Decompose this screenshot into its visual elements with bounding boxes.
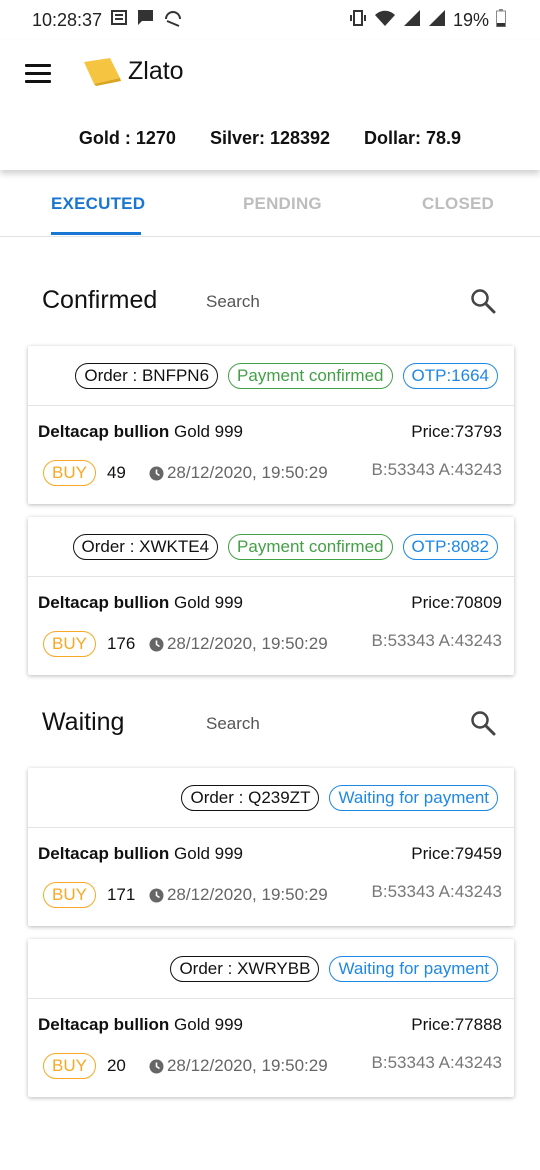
datetime: 28/12/2020, 19:50:29: [149, 1056, 372, 1076]
tab-pending[interactable]: PENDING: [243, 194, 322, 214]
section-title: Waiting: [42, 708, 125, 736]
quantity: 171: [106, 885, 136, 904]
clock-icon: [149, 637, 164, 651]
bid-ask: B:53343 A:43243: [371, 1053, 502, 1072]
tab-bar: EXECUTED PENDING CLOSED: [0, 172, 540, 237]
signal-icon: [403, 9, 421, 32]
order-card[interactable]: Order : Q239ZT Waiting for payment Delta…: [28, 768, 514, 926]
otp-chip: OTP:8082: [402, 533, 498, 560]
rates-bar: Gold : 1270 Silver: 128392 Dollar: 78.9: [0, 128, 540, 149]
tab-closed[interactable]: CLOSED: [422, 194, 494, 214]
product-name: Deltacap bullion Gold 999: [38, 844, 244, 863]
status-chip: Waiting for payment: [329, 784, 498, 811]
buy-chip: BUY: [43, 631, 96, 657]
buy-chip: BUY: [43, 882, 96, 908]
price: Price:77888: [411, 1015, 502, 1034]
price: Price:79459: [411, 844, 502, 863]
order-id-chip: Order : XWRYBB: [170, 955, 320, 982]
product-name: Deltacap bullion Gold 999: [38, 593, 244, 612]
dollar-rate: Dollar: 78.9: [364, 128, 462, 148]
order-id-chip: Order : Q239ZT: [181, 784, 320, 811]
order-card[interactable]: Order : XWKTE4 Payment confirmed OTP:808…: [28, 517, 514, 675]
clock-icon: [149, 466, 164, 480]
bid-ask: B:53343 A:43243: [371, 631, 502, 650]
bid-ask: B:53343 A:43243: [371, 460, 502, 479]
vibrate-icon: [349, 9, 367, 32]
search-input[interactable]: Search: [206, 714, 260, 734]
clock-time: 10:28:37: [32, 9, 103, 30]
signal-icon: [428, 9, 446, 32]
message-icon: [137, 9, 154, 31]
section-title: Confirmed: [42, 286, 158, 314]
clock-icon: [149, 1059, 164, 1073]
order-card[interactable]: Order : BNFPN6 Payment confirmed OTP:166…: [28, 346, 514, 504]
quantity: 20: [106, 1056, 126, 1075]
menu-icon[interactable]: [25, 64, 51, 84]
status-bar: 10:28:37 19%: [0, 0, 540, 40]
quantity: 176: [106, 634, 136, 653]
status-chip: Waiting for payment: [329, 955, 498, 982]
order-id-chip: Order : XWKTE4: [72, 533, 219, 560]
status-chip: Payment confirmed: [228, 362, 393, 389]
search-icon[interactable]: [470, 710, 496, 741]
quantity: 49: [106, 463, 126, 482]
waiting-section-header: Waiting Search: [0, 704, 540, 744]
buy-chip: BUY: [43, 460, 96, 486]
buy-chip: BUY: [43, 1053, 96, 1079]
order-id-chip: Order : BNFPN6: [75, 362, 219, 389]
clock-icon: [149, 888, 164, 902]
tab-executed[interactable]: EXECUTED: [51, 194, 145, 214]
notification-icon: [111, 9, 128, 31]
app-bar: Zlato Gold : 1270 Silver: 128392 Dollar:…: [0, 40, 540, 170]
datetime: 28/12/2020, 19:50:29: [149, 463, 372, 483]
product-name: Deltacap bullion Gold 999: [38, 422, 244, 441]
battery-icon: [496, 8, 506, 32]
battery-percent: 19%: [452, 9, 489, 30]
tab-indicator: [51, 232, 141, 235]
wifi-icon: [374, 9, 396, 32]
confirmed-section-header: Confirmed Search: [0, 282, 540, 322]
datetime: 28/12/2020, 19:50:29: [149, 634, 372, 654]
price: Price:73793: [411, 422, 502, 441]
order-card[interactable]: Order : XWRYBB Waiting for payment Delta…: [28, 939, 514, 1097]
datetime: 28/12/2020, 19:50:29: [149, 885, 372, 905]
headset-icon: [163, 9, 183, 32]
gold-rate: Gold : 1270: [78, 128, 176, 148]
silver-rate: Silver: 128392: [209, 128, 331, 148]
search-icon[interactable]: [470, 288, 496, 319]
price: Price:70809: [411, 593, 502, 612]
bid-ask: B:53343 A:43243: [371, 882, 502, 901]
app-title: Zlato: [128, 57, 184, 85]
otp-chip: OTP:1664: [402, 362, 498, 389]
logo-icon: [84, 56, 122, 91]
product-name: Deltacap bullion Gold 999: [38, 1015, 244, 1034]
search-input[interactable]: Search: [206, 292, 260, 312]
status-chip: Payment confirmed: [228, 533, 393, 560]
